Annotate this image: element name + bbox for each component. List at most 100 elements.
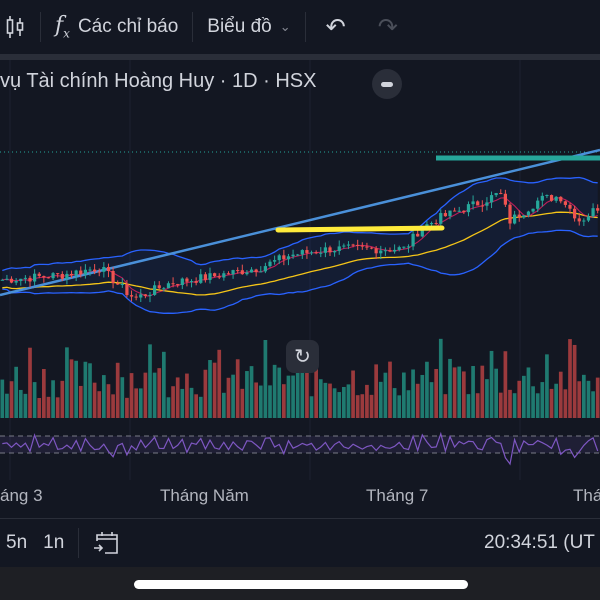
volume-bar [65,347,69,418]
candle [462,210,466,213]
divider [40,12,41,42]
candle [485,202,489,206]
goto-date-icon[interactable] [93,529,121,557]
candle [277,255,281,261]
candle [171,283,175,285]
candle [411,233,415,247]
volume-bar [203,369,208,418]
volume-bar [305,370,309,418]
candle [162,288,166,290]
volume-bar [369,394,374,418]
candle [365,246,369,248]
chart-type-button[interactable]: Biểu đồ ⌄ [207,16,290,38]
volume-bar [185,373,189,418]
volume-bar [115,362,120,418]
volume-bar [148,344,152,418]
volume-bar [489,350,494,418]
volume-bar [175,377,180,418]
volume-bar [277,367,282,418]
volume-bar [69,359,74,418]
candle [125,284,129,296]
candle [286,256,291,260]
volume-bar [18,389,23,418]
candle [102,266,106,272]
function-icon: fx [55,13,70,41]
candle [337,246,341,252]
volume-bar [143,372,148,418]
candle [522,215,526,218]
candle [153,285,157,295]
candle [23,277,27,279]
candle [466,204,471,213]
volume-bar [235,359,240,418]
volume-bar [282,384,286,418]
candle [540,195,544,201]
candle [139,294,143,298]
indicators-button[interactable]: fx Các chỉ báo [55,13,178,40]
collapse-legend-button[interactable] [372,69,402,99]
candle [526,211,531,216]
candles-icon[interactable] [6,14,26,40]
candle [508,204,512,224]
candle [499,193,503,195]
price-chart[interactable] [0,60,600,480]
candle [60,273,64,279]
clock-timezone[interactable]: 20:34:51 (UT [484,532,595,554]
volume-bar [46,396,51,418]
candle [563,201,567,205]
volume-bar [74,360,78,418]
candle [369,247,374,249]
candle [37,273,41,277]
range-1n-button[interactable]: 1n [43,532,64,554]
volume-bar [157,368,162,418]
volume-bar [258,385,263,418]
volume-bar [402,372,406,418]
candle [56,273,60,275]
volume-bar [471,366,475,418]
volume-bar [438,338,443,418]
candle [383,250,387,252]
volume-bar [249,366,254,418]
volume-bar [120,377,125,418]
reset-chart-button[interactable]: ↻ [286,340,319,373]
candle [586,216,591,221]
candle [111,270,115,284]
volume-bar [102,375,106,418]
volume-bar [429,382,434,418]
candle [42,276,46,278]
volume-bar [171,386,175,418]
volume-bar [540,382,545,418]
volume-bar [531,386,535,418]
volume-bar [563,389,568,418]
candle [0,279,4,281]
candle [28,277,32,282]
redo-icon[interactable]: ↷ [378,13,398,42]
volume-bar [37,397,42,418]
candle [51,273,55,279]
candle [577,218,581,222]
candle [5,278,9,280]
candle [88,269,92,271]
candle [176,284,180,286]
candle [69,273,74,276]
volume-bar [360,394,365,418]
range-5n-button[interactable]: 5n [6,532,27,554]
candle [120,284,124,286]
volume-bar [485,379,489,418]
volume-bar [355,395,360,418]
candle [263,266,267,272]
volume-bar [78,385,83,418]
volume-bar [558,371,563,418]
divider [192,12,194,42]
volume-bar [443,394,448,418]
candle [208,273,212,280]
volume-bar [365,384,369,418]
candle [185,278,189,282]
undo-icon[interactable]: ↶ [326,13,346,42]
support-line [275,225,445,233]
volume-bar [111,394,115,418]
volume-bar [332,388,337,418]
candle [333,251,337,253]
candle [273,260,277,262]
candle [494,193,498,196]
